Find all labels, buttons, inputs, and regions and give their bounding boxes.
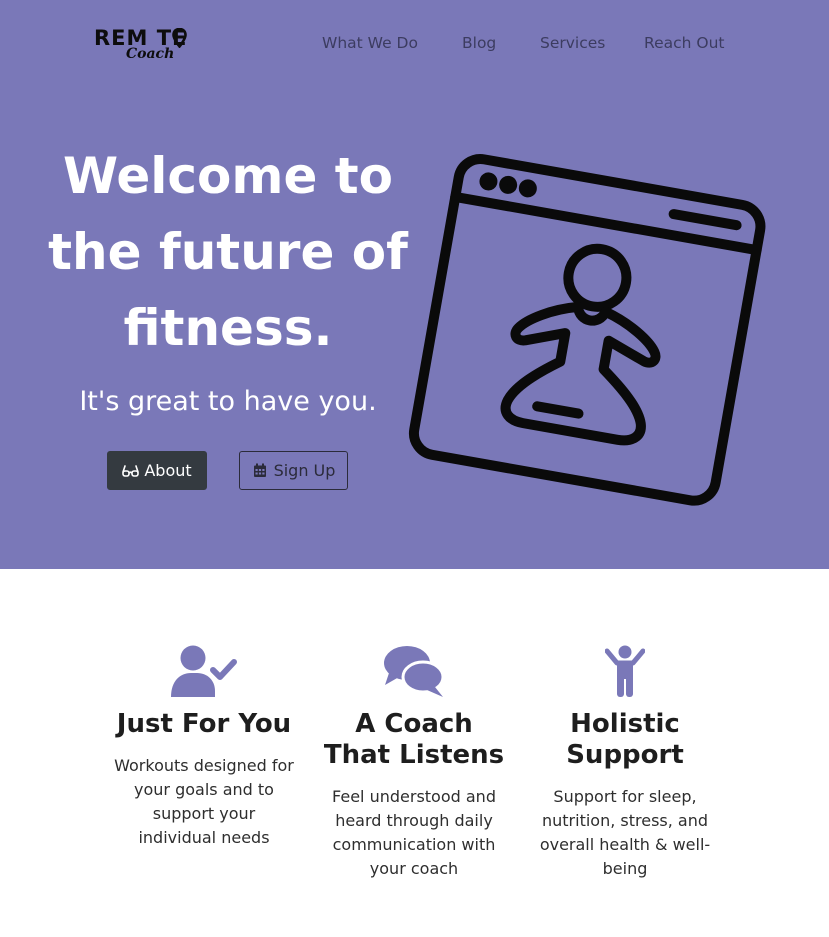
feature-title: A Coach That Listens: [323, 709, 505, 770]
feature-holistic-support: Holistic Support Support for sleep, nutr…: [530, 645, 720, 881]
feature-title: Holistic Support: [566, 709, 684, 770]
hero-headline: Welcome to the future of fitness.: [48, 147, 408, 357]
remote-coach-logo[interactable]: REM TE Coach: [94, 26, 204, 66]
features-section: Just For You Workouts designed for your …: [0, 569, 829, 937]
about-button-label: About: [144, 461, 192, 480]
hero-subheading: It's great to have you.: [79, 386, 377, 417]
feature-title: Just For You: [116, 709, 292, 739]
about-button[interactable]: About: [107, 451, 207, 490]
nav-link-services[interactable]: Services: [540, 34, 605, 52]
nav-link-blog[interactable]: Blog: [462, 34, 496, 52]
nav-link-what-we-do[interactable]: What We Do: [322, 34, 418, 52]
feature-description: Support for sleep, nutrition, stress, an…: [539, 787, 711, 878]
comments-icon: [384, 646, 445, 697]
signup-button[interactable]: Sign Up: [239, 451, 348, 490]
user-check-icon: [171, 645, 237, 697]
browser-window-meditating-person-icon: [408, 154, 766, 506]
feature-just-for-you: Just For You Workouts designed for your …: [109, 645, 299, 850]
logo-subtitle: Coach: [126, 46, 175, 62]
calendar-icon: [253, 463, 266, 477]
signup-button-label: Sign Up: [273, 461, 336, 480]
glasses-icon: [122, 465, 140, 477]
feature-description: Feel understood and heard through daily …: [332, 787, 496, 878]
child-icon: [605, 645, 645, 697]
feature-coach-that-listens: A Coach That Listens Feel understood and…: [319, 645, 509, 881]
hero-section: REM TE Coach What We Do Blog Services Re…: [0, 0, 829, 569]
nav-link-reach-out[interactable]: Reach Out: [644, 34, 724, 52]
feature-description: Workouts designed for your goals and to …: [114, 756, 294, 847]
location-pin-icon: [172, 28, 187, 48]
